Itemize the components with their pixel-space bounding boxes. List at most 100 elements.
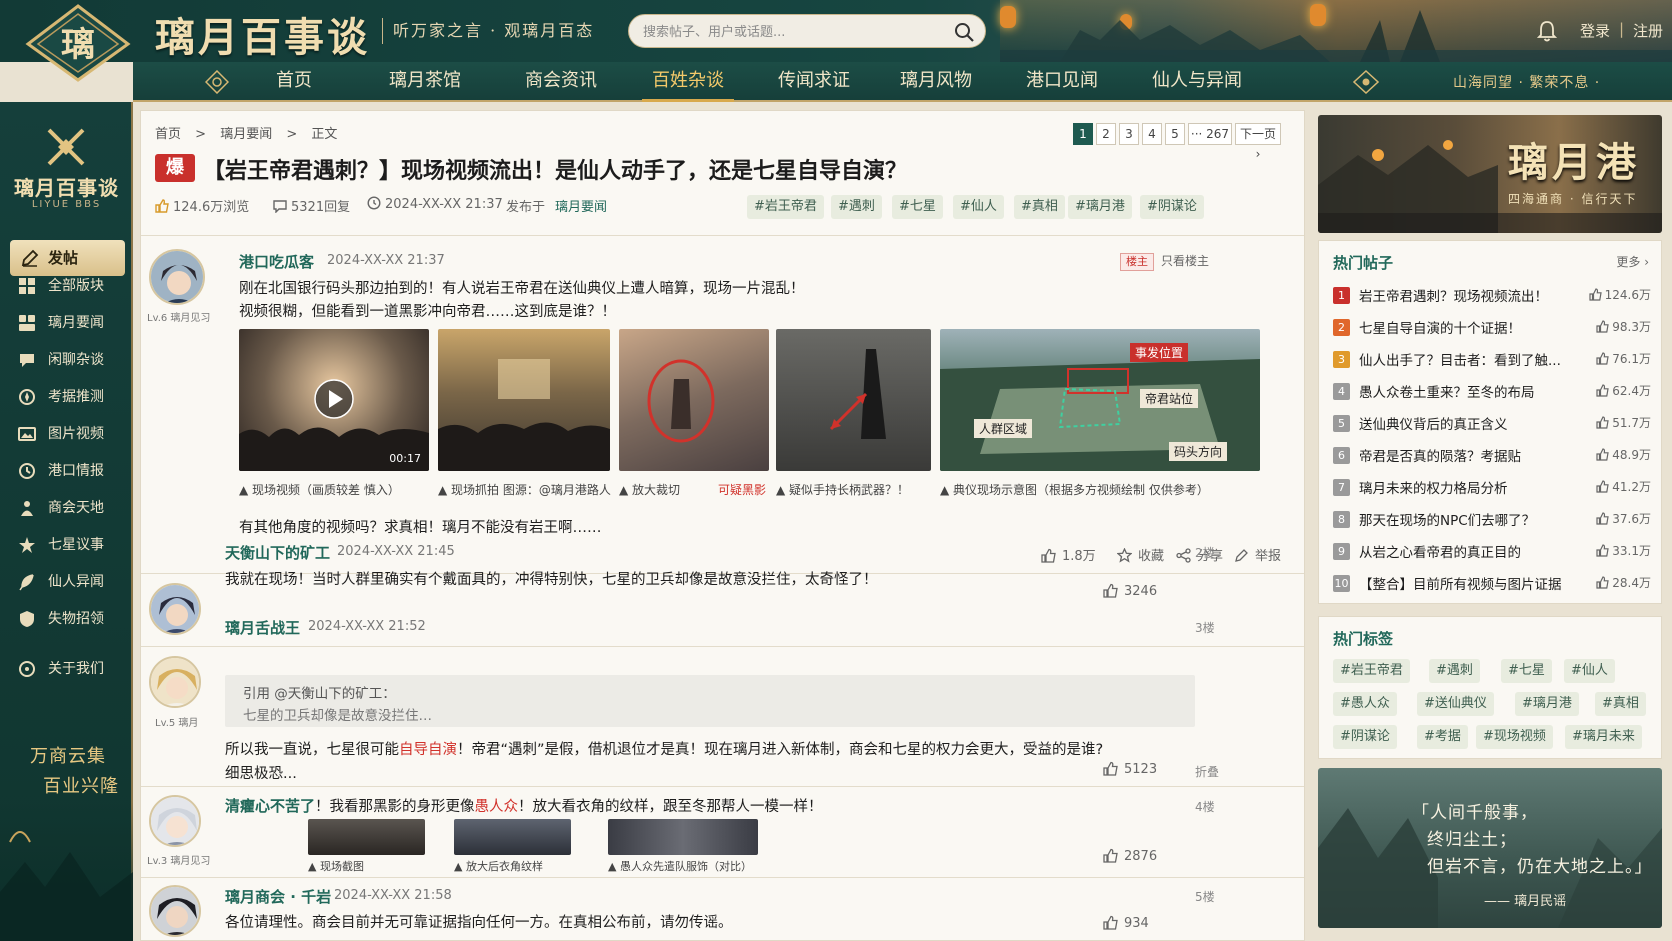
reply-username[interactable]: 璃月商会 · 千岩: [225, 886, 331, 907]
hot-posts-more-link[interactable]: 更多 ›: [1616, 253, 1649, 270]
page-2[interactable]: 2: [1096, 123, 1116, 145]
avatar[interactable]: [149, 795, 201, 847]
nav-liyue-scenery[interactable]: 璃月风物: [900, 62, 972, 100]
reply-image[interactable]: [608, 819, 758, 855]
hot-post-item[interactable]: 9 从岩之心看帝君的真正目的 33.1万: [1333, 541, 1651, 563]
sidebar-item-media[interactable]: 图片视频: [18, 422, 104, 446]
sidebar-item-all-boards[interactable]: 全部版块: [18, 274, 104, 298]
post-tag[interactable]: #真相: [1014, 195, 1065, 219]
page-3[interactable]: 3: [1119, 123, 1139, 145]
sidebar-item-news[interactable]: 璃月要闻: [18, 311, 104, 335]
hot-post-title[interactable]: 那天在现场的NPC们去哪了？: [1359, 509, 1569, 529]
hot-post-item[interactable]: 7 璃月未来的权力格局分析 41.2万: [1333, 477, 1651, 499]
sidebar-item-research[interactable]: 考据推测: [18, 385, 104, 409]
reply-username[interactable]: 清癯心不苦了: [225, 797, 315, 815]
zoomed-crop[interactable]: [619, 329, 769, 471]
hot-tag[interactable]: #遇刺: [1429, 659, 1480, 683]
collapse-button[interactable]: 折叠: [1195, 763, 1219, 780]
ceremony-map[interactable]: 事发位置 帝君站位 人群区域 码头方向: [940, 329, 1260, 471]
hot-post-title[interactable]: 仙人出手了？目击者：看到了触...: [1359, 349, 1569, 369]
hot-tag[interactable]: #岩王帝君: [1333, 659, 1410, 683]
reply-username[interactable]: 天衡山下的矿工: [225, 542, 330, 563]
reply-like-button[interactable]: 5123: [1103, 761, 1157, 777]
report-button[interactable]: 举报: [1234, 545, 1281, 564]
page-4[interactable]: 4: [1142, 123, 1162, 145]
page-1[interactable]: 1: [1073, 123, 1093, 145]
hot-post-item[interactable]: 10 【整合】目前所有视频与图片证据 28.4万: [1333, 573, 1651, 595]
nav-rumor-check[interactable]: 传闻求证: [778, 62, 850, 100]
hot-post-item[interactable]: 2 七星自导自演的十个证据！ 98.3万: [1333, 317, 1651, 339]
sidebar-item-harbor-intel[interactable]: 港口情报: [18, 459, 104, 483]
weapon-photo[interactable]: [776, 329, 931, 471]
hot-post-title[interactable]: 帝君是否真的陨落？考据贴: [1359, 445, 1569, 465]
scene-photo[interactable]: [438, 329, 610, 471]
post-tag[interactable]: #仙人: [953, 195, 1004, 219]
hot-post-item[interactable]: 5 送仙典仪背后的真正含义 51.7万: [1333, 413, 1651, 435]
hot-post-title[interactable]: 送仙典仪背后的真正含义: [1359, 413, 1569, 433]
hot-post-item[interactable]: 3 仙人出手了？目击者：看到了触... 76.1万: [1333, 349, 1651, 371]
sidebar-item-commerce[interactable]: 商会天地: [18, 496, 104, 520]
login-link[interactable]: 登录: [1580, 20, 1610, 41]
hot-post-item[interactable]: 8 那天在现场的NPC们去哪了？ 37.6万: [1333, 509, 1651, 531]
new-post-button[interactable]: 发帖: [10, 240, 125, 276]
hot-post-title[interactable]: 愚人众卷土重来？至冬的布局: [1359, 381, 1569, 401]
op-like-button[interactable]: 1.8万: [1041, 545, 1096, 564]
reply-like-button[interactable]: 2876: [1103, 848, 1157, 864]
hot-tag[interactable]: #愚人众: [1333, 692, 1397, 716]
reply-image[interactable]: [454, 819, 571, 855]
video-thumbnail[interactable]: 00:17: [239, 329, 429, 471]
op-username[interactable]: 港口吃瓜客: [239, 251, 314, 272]
collect-button[interactable]: 收藏: [1116, 545, 1164, 564]
nav-home[interactable]: 首页: [276, 62, 312, 100]
nav-commerce-news[interactable]: 商会资讯: [525, 62, 597, 100]
hot-tag[interactable]: #七星: [1501, 659, 1552, 683]
post-tag[interactable]: #七星: [892, 195, 943, 219]
play-icon[interactable]: [314, 379, 354, 419]
site-brand[interactable]: 璃月百事谈: [155, 5, 370, 63]
reply-image[interactable]: [308, 819, 425, 855]
avatar[interactable]: [149, 583, 201, 635]
sidebar-item-adepti[interactable]: 仙人异闻: [18, 570, 104, 594]
logo-emblem-icon[interactable]: 璃: [24, 4, 132, 82]
sidebar-item-qixing[interactable]: 七星议事: [18, 533, 104, 557]
hot-post-title[interactable]: 璃月未来的权力格局分析: [1359, 477, 1569, 497]
page-last[interactable]: ··· 267: [1188, 123, 1232, 145]
sidebar-item-lost-found[interactable]: 失物招领: [18, 607, 104, 631]
nav-adepti[interactable]: 仙人与异闻: [1152, 62, 1242, 100]
avatar[interactable]: [149, 656, 201, 708]
search-box[interactable]: [628, 14, 986, 48]
hot-post-title[interactable]: 【整合】目前所有视频与图片证据: [1359, 573, 1569, 593]
reply-username[interactable]: 璃月舌战王: [225, 617, 300, 638]
hot-tag[interactable]: #璃月港: [1515, 692, 1579, 716]
next-page-button[interactable]: 下一页 ›: [1235, 123, 1281, 161]
register-link[interactable]: 注册: [1633, 20, 1663, 41]
hot-post-title[interactable]: 从岩之心看帝君的真正目的: [1359, 541, 1569, 561]
page-5[interactable]: 5: [1165, 123, 1185, 145]
hot-tag[interactable]: #阴谋论: [1333, 725, 1397, 749]
hot-tag[interactable]: #送仙典仪: [1417, 692, 1494, 716]
hot-tag[interactable]: #仙人: [1564, 659, 1615, 683]
published-in-board[interactable]: 璃月要闻: [555, 196, 607, 215]
reply-like-button[interactable]: 3246: [1103, 583, 1157, 599]
nav-folk-talk[interactable]: 百姓杂谈: [642, 62, 734, 102]
hot-post-item[interactable]: 1 岩王帝君遇刺？现场视频流出！ 124.6万: [1333, 285, 1651, 307]
hot-post-title[interactable]: 七星自导自演的十个证据！: [1359, 317, 1569, 337]
hot-tag[interactable]: #真相: [1595, 692, 1646, 716]
hot-post-item[interactable]: 4 愚人众卷土重来？至冬的布局 62.4万: [1333, 381, 1651, 403]
post-tag[interactable]: #阴谋论: [1140, 195, 1204, 219]
sidebar-item-chat[interactable]: 闲聊杂谈: [18, 348, 104, 372]
post-tag[interactable]: #岩王帝君: [747, 195, 824, 219]
bell-icon[interactable]: [1537, 20, 1557, 42]
hot-tag[interactable]: #考据: [1417, 725, 1468, 749]
post-tag[interactable]: #璃月港: [1068, 195, 1132, 219]
search-input[interactable]: [643, 22, 943, 42]
hot-post-title[interactable]: 岩王帝君遇刺？现场视频流出！: [1359, 285, 1569, 305]
reply-like-button[interactable]: 934: [1103, 915, 1149, 931]
only-op-link[interactable]: 只看楼主: [1161, 252, 1209, 269]
nav-teahouse[interactable]: 璃月茶馆: [389, 62, 461, 100]
breadcrumb-board[interactable]: 璃月要闻: [220, 127, 272, 142]
avatar[interactable]: [149, 885, 201, 937]
search-icon[interactable]: [953, 21, 975, 43]
avatar[interactable]: [149, 249, 205, 305]
hot-tag[interactable]: #现场视频: [1476, 725, 1553, 749]
